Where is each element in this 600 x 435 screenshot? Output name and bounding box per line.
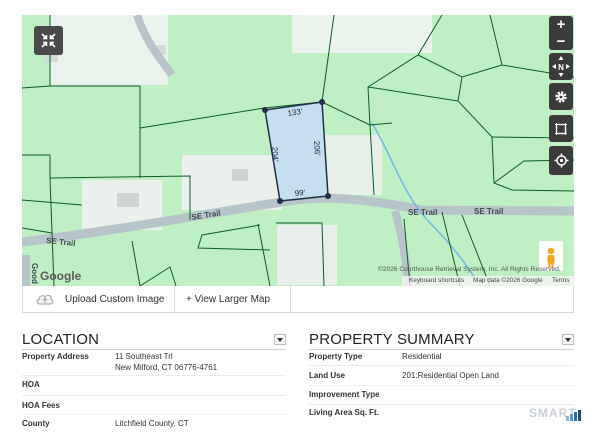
dimension-label: 204' (270, 147, 280, 163)
north-label: N (558, 63, 564, 72)
property-summary-section-header: PROPERTY SUMMARY (309, 330, 574, 350)
locate-button[interactable] (549, 146, 573, 175)
improvement-type-label: Improvement Type (309, 390, 380, 399)
collapse-arrows-icon (41, 33, 56, 48)
location-row: Property Address 11 Southeast Trl New Mi… (22, 352, 286, 382)
location-row: HOA (22, 380, 286, 394)
hoa-fees-label: HOA Fees (22, 401, 60, 410)
view-larger-map-label: + View Larger Map (186, 294, 271, 305)
map-settings-button[interactable] (549, 83, 573, 110)
zoom-control: + − (549, 16, 573, 50)
road-label: Good (30, 263, 39, 284)
property-summary-title: PROPERTY SUMMARY (309, 331, 475, 348)
road-label: SE Trail (408, 208, 437, 217)
compass-icon: N (552, 56, 570, 77)
cloud-upload-icon (36, 294, 54, 305)
summary-row: Land Use 201:Residential Open Land (309, 371, 574, 385)
property-map[interactable]: 133' 206' 204' 99' SE Trail SE Trail SE … (22, 15, 574, 286)
dimension-label: 99' (294, 188, 306, 198)
upload-custom-image-button[interactable]: Upload Custom Image (23, 286, 175, 312)
terms-link[interactable]: Terms (552, 277, 569, 284)
summary-row: Improvement Type (309, 390, 574, 404)
location-row: HOA Fees (22, 401, 286, 415)
map-attribution: ©2026 Courthouse Retrieval System, Inc. … (378, 266, 561, 273)
hoa-label: HOA (22, 380, 40, 389)
view-larger-map-button[interactable]: + View Larger Map (176, 286, 291, 312)
location-title: LOCATION (22, 331, 100, 348)
gear-icon (555, 90, 567, 103)
living-area-label: Living Area Sq. Ft. (309, 408, 379, 417)
county-value: Litchfield County, CT (115, 419, 189, 428)
bar-logo-icon (566, 410, 581, 421)
county-label: County (22, 419, 50, 428)
exit-fullscreen-button[interactable] (34, 26, 63, 55)
location-section-header: LOCATION (22, 330, 286, 350)
land-use-value: 201:Residential Open Land (402, 371, 499, 380)
location-collapse-toggle[interactable] (274, 334, 286, 345)
compass-control[interactable]: N (549, 53, 573, 80)
property-address-line2: New Milford, CT 06776-4761 (115, 363, 218, 372)
property-address-label: Property Address (22, 352, 89, 361)
property-type-label: Property Type (309, 352, 363, 361)
land-use-label: Land Use (309, 371, 346, 380)
road-label: SE Trail (474, 207, 503, 216)
property-address-line1: 11 Southeast Trl (115, 352, 173, 361)
property-summary-collapse-toggle[interactable] (562, 334, 574, 345)
location-row: County Litchfield County, CT (22, 419, 286, 433)
zoom-out-button[interactable]: − (549, 33, 573, 50)
google-logo: Google (40, 269, 82, 283)
dimension-label: 206' (312, 141, 322, 157)
keyboard-shortcuts-link[interactable]: Keyboard shortcuts (409, 277, 464, 284)
map-toolbar: Upload Custom Image + View Larger Map (22, 286, 574, 313)
upload-custom-image-label: Upload Custom Image (65, 294, 165, 305)
zoom-in-button[interactable]: + (549, 16, 573, 33)
crop-square-icon (555, 122, 567, 135)
property-type-value: Residential (402, 352, 442, 361)
map-data-credit: Map data ©2026 Google (473, 277, 543, 284)
crosshair-icon (554, 153, 568, 168)
parcel-map-canvas: 133' 206' 204' 99' SE Trail SE Trail SE … (22, 15, 574, 286)
summary-row: Property Type Residential (309, 352, 574, 366)
area-select-button[interactable] (549, 115, 573, 142)
